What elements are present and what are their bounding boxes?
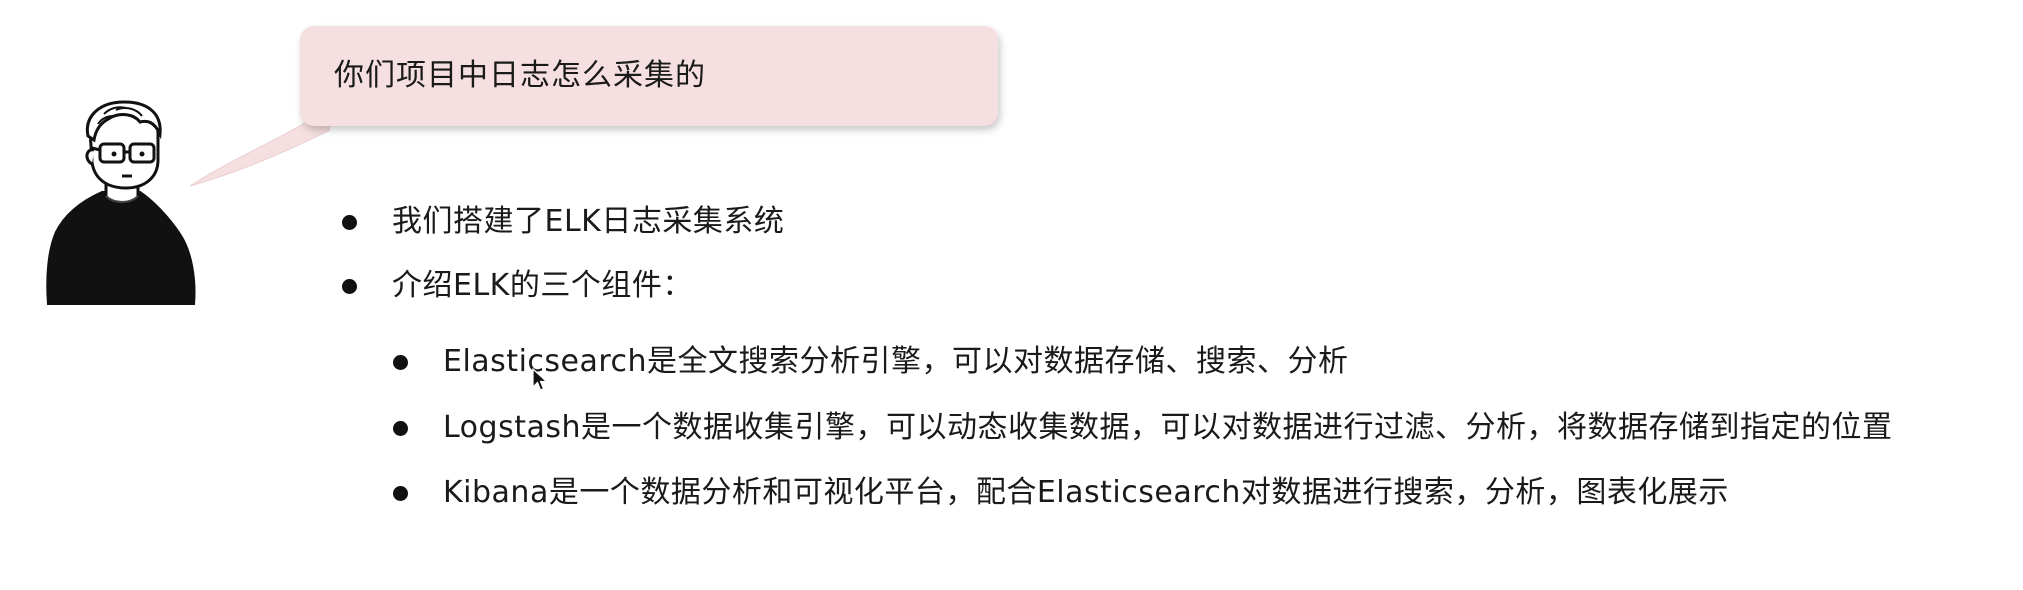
- sub-list-item-text: Kibana是一个数据分析和可视化平台，配合Elasticsearch对数据进行…: [443, 475, 1729, 510]
- bullet-icon: [342, 278, 357, 294]
- bullet-icon: [393, 354, 408, 370]
- list-item-text: 我们搭建了ELK日志采集系统: [392, 204, 785, 239]
- sub-list-item: Logstash是一个数据收集引擎，可以动态收集数据，可以对数据进行过滤、分析，…: [393, 408, 1893, 448]
- sub-list-item-text: Logstash是一个数据收集引擎，可以动态收集数据，可以对数据进行过滤、分析，…: [443, 410, 1893, 445]
- bullet-icon: [393, 485, 408, 501]
- bullet-icon: [342, 214, 357, 230]
- sub-list-item: Kibana是一个数据分析和可视化平台，配合Elasticsearch对数据进行…: [393, 473, 1729, 513]
- bullet-icon: [393, 420, 408, 436]
- mouse-pointer-icon: [532, 368, 548, 391]
- sub-list-item-text: Elasticsearch是全文搜索分析引擎，可以对数据存储、搜索、分析: [443, 344, 1349, 379]
- answer-list: 我们搭建了ELK日志采集系统 介绍ELK的三个组件： Elasticsearch…: [0, 0, 2023, 590]
- list-item: 我们搭建了ELK日志采集系统: [342, 202, 784, 242]
- list-item: 介绍ELK的三个组件：: [342, 266, 693, 306]
- list-item-text: 介绍ELK的三个组件：: [392, 268, 693, 303]
